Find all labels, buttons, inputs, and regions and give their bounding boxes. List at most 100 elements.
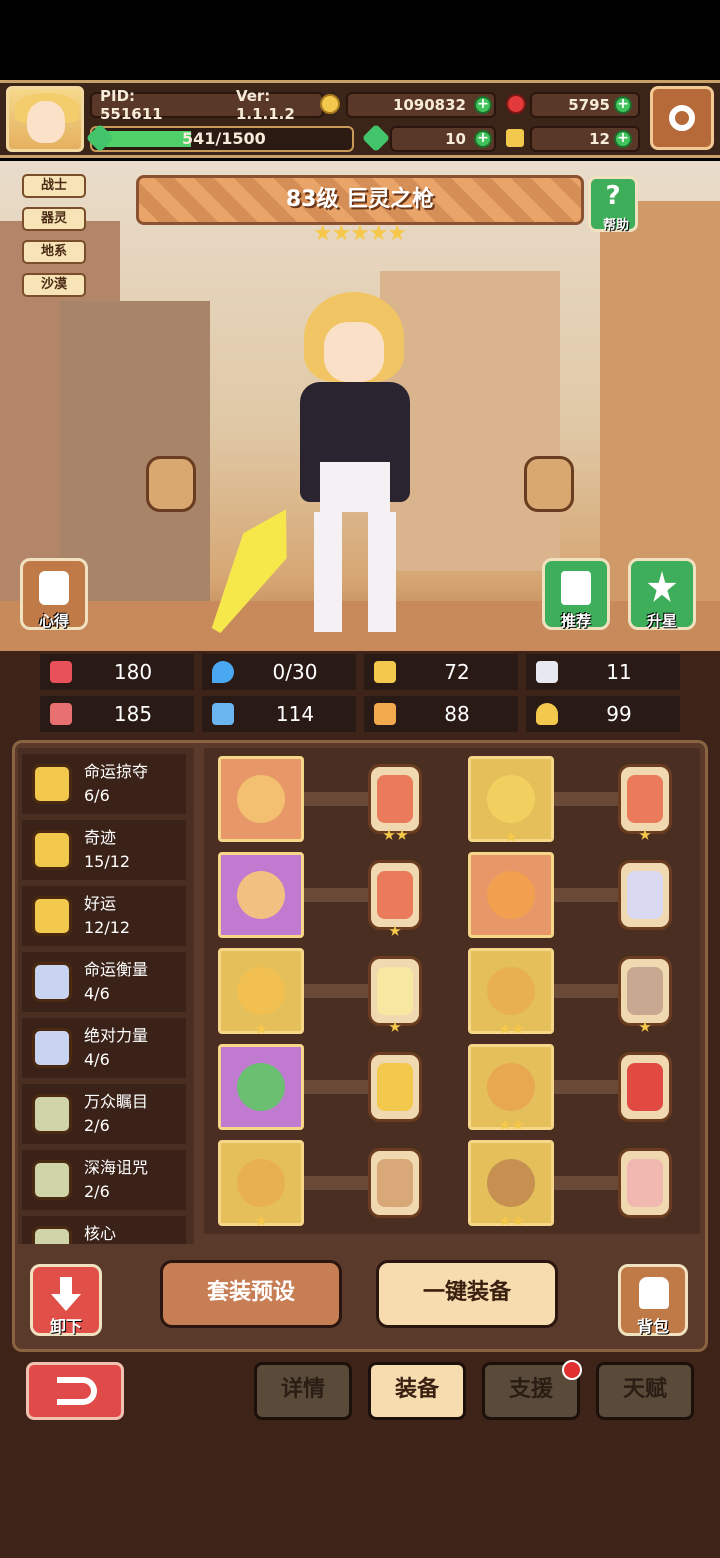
gear-icon xyxy=(669,105,695,131)
equip-slot-helmet[interactable] xyxy=(468,756,554,842)
stat-dodge: 11 xyxy=(526,654,680,690)
set-medal-icon xyxy=(32,962,72,1002)
set-name: 命运衡量 xyxy=(84,960,149,979)
next-hero-button[interactable] xyxy=(524,456,574,512)
horseshoe-icon xyxy=(536,703,558,725)
set-medal-icon xyxy=(32,1226,72,1244)
avatar-face xyxy=(27,101,65,143)
backpack-icon xyxy=(639,1277,669,1309)
set-name: 绝对力量 xyxy=(84,1026,149,1045)
gem-star-icon xyxy=(639,829,651,840)
gem-icon xyxy=(627,967,663,1015)
slot-link xyxy=(304,1080,370,1094)
bag-button[interactable]: 背包 xyxy=(618,1264,688,1336)
stat-attack: 185 xyxy=(40,696,194,732)
set-bonus-item[interactable]: 命运掠夺 6/6 xyxy=(22,754,186,814)
amulet-icon xyxy=(237,871,285,919)
upgrade-label: 升星 xyxy=(646,612,677,630)
gem-icon xyxy=(627,1159,663,1207)
set-bonus-item[interactable]: 深海诅咒 2/6 xyxy=(22,1150,186,1210)
tab-equipment[interactable]: 装备 xyxy=(368,1362,466,1420)
player-avatar[interactable] xyxy=(6,86,84,152)
stat-mana: 0/30 xyxy=(202,654,356,690)
set-medal-icon xyxy=(32,1094,72,1134)
socket-gem-boots[interactable] xyxy=(618,1148,672,1218)
star-icon xyxy=(647,571,677,602)
gem-icon xyxy=(627,871,663,919)
equip-slot-armor[interactable] xyxy=(468,852,554,938)
equip-slot-necklace[interactable] xyxy=(218,948,304,1034)
unequip-label: 卸下 xyxy=(49,1317,82,1336)
set-bonus-item[interactable]: 好运 12/12 xyxy=(22,886,186,946)
gem-icon xyxy=(627,775,663,823)
back-button[interactable] xyxy=(26,1362,124,1420)
slot-link xyxy=(554,984,620,998)
down-arrow-icon xyxy=(51,1277,81,1311)
unequip-button[interactable]: 卸下 xyxy=(30,1264,102,1336)
equip-slot-amulet[interactable] xyxy=(218,852,304,938)
equip-slot-weapon[interactable] xyxy=(218,756,304,842)
set-bonus-item[interactable]: 奇迹 15/12 xyxy=(22,820,186,880)
insight-button[interactable]: 心得 xyxy=(20,558,88,630)
socket-gem-helmet[interactable] xyxy=(618,764,672,840)
equip-slot-relic[interactable] xyxy=(218,1044,304,1130)
shield-icon xyxy=(374,661,396,683)
tab-talent[interactable]: 天赋 xyxy=(596,1362,694,1420)
slot-star-icon xyxy=(505,831,517,842)
key-icon xyxy=(506,129,524,151)
return-arrow-icon xyxy=(57,1377,97,1405)
prev-hero-button[interactable] xyxy=(146,456,196,512)
set-preset-button[interactable]: 套装预设 xyxy=(160,1260,342,1328)
equip-slot-boots[interactable] xyxy=(468,1140,554,1226)
help-button[interactable]: ? 帮助 xyxy=(588,176,638,233)
add-gems-plus-icon[interactable]: + xyxy=(614,96,632,114)
set-name: 万众瞩目 xyxy=(84,1092,149,1111)
hero-title: 83级 巨灵之枪 xyxy=(285,187,435,212)
star-upgrade-button[interactable]: 升星 xyxy=(628,558,696,630)
slot-star-icon xyxy=(512,1119,524,1130)
socket-gem-belt[interactable] xyxy=(618,1052,672,1122)
equip-slot-ring[interactable] xyxy=(218,1140,304,1226)
set-count: 15/12 xyxy=(84,852,131,871)
set-bonus-item[interactable]: 命运衡量 4/6 xyxy=(22,952,186,1012)
equip-slot-belt[interactable] xyxy=(468,1044,554,1130)
socket-gem-ring[interactable] xyxy=(368,1148,422,1218)
settings-button[interactable] xyxy=(650,86,714,150)
tag-class: 战士 xyxy=(22,174,86,198)
relic-icon xyxy=(237,1063,285,1111)
socket-gem-armor[interactable] xyxy=(618,860,672,930)
slot-link xyxy=(554,1176,620,1190)
set-bonus-item[interactable]: 绝对力量 4/6 xyxy=(22,1018,186,1078)
socket-gem-gloves[interactable] xyxy=(618,956,672,1032)
socket-gem-necklace[interactable] xyxy=(368,956,422,1032)
set-bonus-item[interactable]: 万众瞩目 2/6 xyxy=(22,1084,186,1144)
gem-icon xyxy=(377,1063,413,1111)
socket-gem-relic[interactable] xyxy=(368,1052,422,1122)
tab-details[interactable]: 详情 xyxy=(254,1362,352,1420)
socket-gem-weapon[interactable] xyxy=(368,764,422,840)
slot-link xyxy=(554,792,620,806)
slot-link xyxy=(554,1080,620,1094)
slot-star-icon xyxy=(499,1119,511,1130)
hero-star-rating xyxy=(314,224,406,244)
add-clover-plus-icon[interactable]: + xyxy=(474,130,492,148)
add-key-plus-icon[interactable]: + xyxy=(614,130,632,148)
equipment-slots xyxy=(204,748,700,1234)
socket-gem-amulet[interactable] xyxy=(368,860,422,936)
set-medal-icon xyxy=(32,896,72,936)
stat-magic: 114 xyxy=(202,696,356,732)
auto-equip-button[interactable]: 一键装备 xyxy=(376,1260,558,1328)
set-name: 好运 xyxy=(84,894,117,913)
xp-bar: 541/1500 xyxy=(90,126,354,152)
set-count: 6/6 xyxy=(84,786,110,805)
set-bonus-item[interactable]: 核心 xyxy=(22,1216,186,1244)
slot-link xyxy=(554,888,620,902)
xp-bar-fill xyxy=(106,131,191,147)
equip-slot-gloves[interactable] xyxy=(468,948,554,1034)
set-count: 12/12 xyxy=(84,918,131,937)
heart-icon xyxy=(50,661,72,683)
weapon-icon xyxy=(237,775,285,823)
set-bonus-list[interactable]: 命运掠夺 6/6 奇迹 15/12 好运 12/12 命运衡量 4/6 绝对力量 4/6 万众瞩目 2… xyxy=(18,748,194,1244)
add-gold-plus-icon[interactable]: + xyxy=(474,96,492,114)
recommend-button[interactable]: 推荐 xyxy=(542,558,610,630)
